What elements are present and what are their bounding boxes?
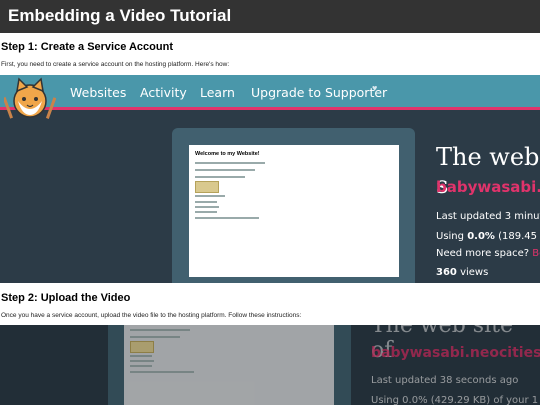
page-title: Embedding a Video Tutorial <box>8 6 232 25</box>
storage-usage-value: 0.0% <box>467 231 495 242</box>
neocities-screenshot-1: Websites Activity Learn Upgrade to Suppo… <box>0 75 540 283</box>
step-2-text: Once you have a service account, upload … <box>1 312 302 319</box>
views-label: views <box>460 267 489 278</box>
preview-text-line <box>195 169 255 171</box>
preview-list-item <box>195 211 217 213</box>
heart-icon: ♥ <box>372 83 378 93</box>
preview-text-line <box>195 176 245 178</box>
views-count: 360 views <box>436 267 488 278</box>
need-more-space: Need more space? Be <box>436 248 540 259</box>
preview-text-line <box>195 217 259 219</box>
navbar-accent-line <box>0 107 540 110</box>
neocities-cat-logo-icon <box>4 77 56 119</box>
storage-usage-amount: (189.45 <box>498 231 538 242</box>
need-more-space-label: Need more space? <box>436 248 530 259</box>
preview-list-item <box>195 206 219 208</box>
step-2-section: Step 2: Upload the Video Once you have a… <box>0 283 540 325</box>
views-value: 360 <box>436 267 457 278</box>
preview-image <box>195 181 219 193</box>
site-name-link[interactable]: babywasabi.n <box>436 178 540 196</box>
title-bar: Embedding a Video Tutorial <box>0 0 540 33</box>
nav-activity[interactable]: Activity <box>140 85 187 100</box>
site-preview-page[interactable]: Welcome to my Website! <box>189 145 399 277</box>
step-2-heading: Step 2: Upload the Video <box>1 292 131 304</box>
storage-usage-prefix: Using <box>436 231 464 242</box>
nav-upgrade[interactable]: Upgrade to Supporter <box>251 85 387 100</box>
preview-text-line <box>195 195 225 197</box>
nav-learn[interactable]: Learn <box>200 85 235 100</box>
neocities-screenshot-2: The web site of babywasabi.neocities. La… <box>0 325 540 405</box>
step-1-heading: Step 1: Create a Service Account <box>1 41 173 53</box>
upgrade-link[interactable]: Be <box>532 248 540 259</box>
step-1-section: Step 1: Create a Service Account First, … <box>0 33 540 75</box>
dim-overlay <box>0 325 540 405</box>
preview-list-item <box>195 201 217 203</box>
last-updated: Last updated 3 minut <box>436 211 540 222</box>
step-1-text: First, you need to create a service acco… <box>1 61 230 68</box>
preview-heading: Welcome to my Website! <box>195 151 260 157</box>
storage-usage: Using 0.0% (189.45 <box>436 231 537 242</box>
nav-websites[interactable]: Websites <box>70 85 126 100</box>
preview-text-line <box>195 162 265 164</box>
